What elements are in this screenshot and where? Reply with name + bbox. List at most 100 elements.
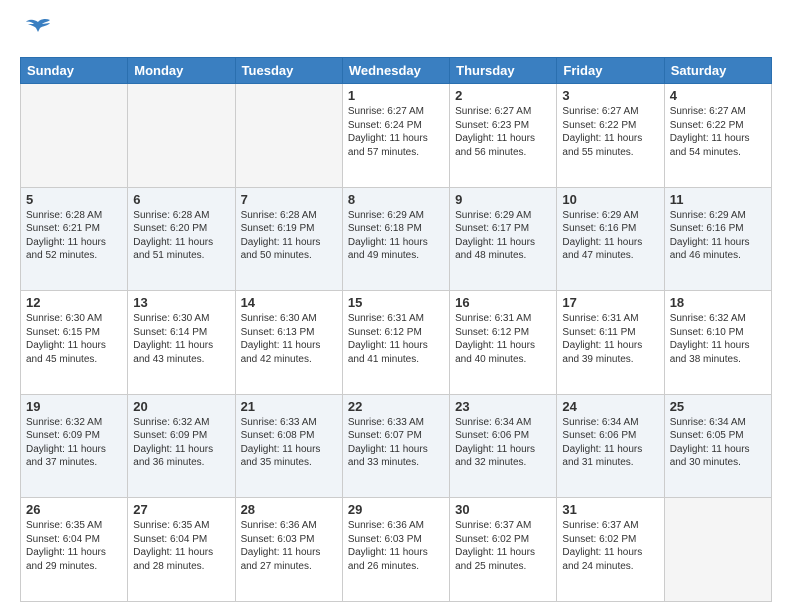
day-info: Sunrise: 6:32 AM Sunset: 6:09 PM Dayligh… <box>26 417 106 469</box>
day-info: Sunrise: 6:33 AM Sunset: 6:08 PM Dayligh… <box>241 417 321 469</box>
day-info: Sunrise: 6:30 AM Sunset: 6:15 PM Dayligh… <box>26 313 106 365</box>
day-info: Sunrise: 6:29 AM Sunset: 6:17 PM Dayligh… <box>455 210 535 262</box>
day-number: 31 <box>562 502 658 517</box>
calendar-cell: 31 Sunrise: 6:37 AM Sunset: 6:02 PM Dayli… <box>557 498 664 602</box>
day-number: 11 <box>670 192 766 207</box>
calendar-cell: 2Sunrise: 6:27 AM Sunset: 6:23 PM Daylig… <box>450 84 557 188</box>
page: SundayMondayTuesdayWednesdayThursdayFrid… <box>0 0 792 612</box>
day-info: Sunrise: 6:37 AM Sunset: 6:02 PM Dayligh… <box>562 520 642 572</box>
calendar-week-row: 19 Sunrise: 6:32 AM Sunset: 6:09 PM Dayli… <box>21 394 772 498</box>
calendar-cell: 28 Sunrise: 6:36 AM Sunset: 6:03 PM Dayli… <box>235 498 342 602</box>
day-header-monday: Monday <box>128 58 235 84</box>
calendar-cell: 6Sunrise: 6:28 AM Sunset: 6:20 PM Daylig… <box>128 187 235 291</box>
day-info: Sunrise: 6:32 AM Sunset: 6:09 PM Dayligh… <box>133 417 213 469</box>
day-info: Sunrise: 6:31 AM Sunset: 6:12 PM Dayligh… <box>348 313 428 365</box>
day-info: Sunrise: 6:36 AM Sunset: 6:03 PM Dayligh… <box>241 520 321 572</box>
day-number: 8 <box>348 192 444 207</box>
day-number: 13 <box>133 295 229 310</box>
day-header-friday: Friday <box>557 58 664 84</box>
day-number: 27 <box>133 502 229 517</box>
day-info: Sunrise: 6:37 AM Sunset: 6:02 PM Dayligh… <box>455 520 535 572</box>
calendar-cell <box>128 84 235 188</box>
day-header-tuesday: Tuesday <box>235 58 342 84</box>
calendar-cell: 22 Sunrise: 6:33 AM Sunset: 6:07 PM Dayli… <box>342 394 449 498</box>
logo-bird-icon <box>24 18 52 47</box>
calendar-header-row: SundayMondayTuesdayWednesdayThursdayFrid… <box>21 58 772 84</box>
header <box>20 18 772 47</box>
day-number: 17 <box>562 295 658 310</box>
calendar-cell: 27Sunrise: 6:35 AM Sunset: 6:04 PM Dayli… <box>128 498 235 602</box>
day-info: Sunrise: 6:28 AM Sunset: 6:21 PM Dayligh… <box>26 210 106 262</box>
calendar-cell: 24 Sunrise: 6:34 AM Sunset: 6:06 PM Dayli… <box>557 394 664 498</box>
day-number: 22 <box>348 399 444 414</box>
day-info: Sunrise: 6:34 AM Sunset: 6:06 PM Dayligh… <box>562 417 642 469</box>
day-number: 26 <box>26 502 122 517</box>
calendar-week-row: 5 Sunrise: 6:28 AM Sunset: 6:21 PM Daylig… <box>21 187 772 291</box>
calendar-cell: 18Sunrise: 6:32 AM Sunset: 6:10 PM Dayli… <box>664 291 771 395</box>
day-info: Sunrise: 6:27 AM Sunset: 6:22 PM Dayligh… <box>562 106 642 158</box>
calendar-cell: 3 Sunrise: 6:27 AM Sunset: 6:22 PM Daylig… <box>557 84 664 188</box>
day-number: 24 <box>562 399 658 414</box>
day-number: 4 <box>670 88 766 103</box>
day-info: Sunrise: 6:34 AM Sunset: 6:05 PM Dayligh… <box>670 417 750 469</box>
day-number: 20 <box>133 399 229 414</box>
calendar-cell <box>21 84 128 188</box>
day-header-saturday: Saturday <box>664 58 771 84</box>
day-info: Sunrise: 6:27 AM Sunset: 6:23 PM Dayligh… <box>455 106 535 158</box>
calendar-cell: 9 Sunrise: 6:29 AM Sunset: 6:17 PM Daylig… <box>450 187 557 291</box>
calendar-cell: 16 Sunrise: 6:31 AM Sunset: 6:12 PM Dayli… <box>450 291 557 395</box>
calendar-cell: 12 Sunrise: 6:30 AM Sunset: 6:15 PM Dayli… <box>21 291 128 395</box>
calendar-cell: 19 Sunrise: 6:32 AM Sunset: 6:09 PM Dayli… <box>21 394 128 498</box>
day-number: 7 <box>241 192 337 207</box>
day-info: Sunrise: 6:33 AM Sunset: 6:07 PM Dayligh… <box>348 417 428 469</box>
day-number: 12 <box>26 295 122 310</box>
day-number: 5 <box>26 192 122 207</box>
calendar-week-row: 1Sunrise: 6:27 AM Sunset: 6:24 PM Daylig… <box>21 84 772 188</box>
day-number: 16 <box>455 295 551 310</box>
calendar-cell: 17 Sunrise: 6:31 AM Sunset: 6:11 PM Dayli… <box>557 291 664 395</box>
calendar-cell: 7Sunrise: 6:28 AM Sunset: 6:19 PM Daylig… <box>235 187 342 291</box>
calendar-cell: 23Sunrise: 6:34 AM Sunset: 6:06 PM Dayli… <box>450 394 557 498</box>
calendar-cell: 1Sunrise: 6:27 AM Sunset: 6:24 PM Daylig… <box>342 84 449 188</box>
day-number: 21 <box>241 399 337 414</box>
day-info: Sunrise: 6:29 AM Sunset: 6:18 PM Dayligh… <box>348 210 428 262</box>
calendar-cell: 25 Sunrise: 6:34 AM Sunset: 6:05 PM Dayli… <box>664 394 771 498</box>
day-info: Sunrise: 6:31 AM Sunset: 6:11 PM Dayligh… <box>562 313 642 365</box>
logo <box>20 18 52 47</box>
calendar-week-row: 12 Sunrise: 6:30 AM Sunset: 6:15 PM Dayli… <box>21 291 772 395</box>
day-number: 28 <box>241 502 337 517</box>
day-info: Sunrise: 6:31 AM Sunset: 6:12 PM Dayligh… <box>455 313 535 365</box>
calendar-cell: 5 Sunrise: 6:28 AM Sunset: 6:21 PM Daylig… <box>21 187 128 291</box>
calendar-cell <box>664 498 771 602</box>
calendar-cell: 14 Sunrise: 6:30 AM Sunset: 6:13 PM Dayli… <box>235 291 342 395</box>
day-header-wednesday: Wednesday <box>342 58 449 84</box>
day-number: 1 <box>348 88 444 103</box>
day-number: 19 <box>26 399 122 414</box>
day-number: 6 <box>133 192 229 207</box>
calendar-cell: 11 Sunrise: 6:29 AM Sunset: 6:16 PM Dayli… <box>664 187 771 291</box>
calendar-cell: 4 Sunrise: 6:27 AM Sunset: 6:22 PM Daylig… <box>664 84 771 188</box>
day-info: Sunrise: 6:30 AM Sunset: 6:13 PM Dayligh… <box>241 313 321 365</box>
calendar-table: SundayMondayTuesdayWednesdayThursdayFrid… <box>20 57 772 602</box>
day-info: Sunrise: 6:34 AM Sunset: 6:06 PM Dayligh… <box>455 417 535 469</box>
day-number: 15 <box>348 295 444 310</box>
day-number: 3 <box>562 88 658 103</box>
calendar-cell: 13Sunrise: 6:30 AM Sunset: 6:14 PM Dayli… <box>128 291 235 395</box>
day-number: 30 <box>455 502 551 517</box>
day-number: 25 <box>670 399 766 414</box>
calendar-cell: 20 Sunrise: 6:32 AM Sunset: 6:09 PM Dayli… <box>128 394 235 498</box>
day-number: 29 <box>348 502 444 517</box>
calendar-cell: 26Sunrise: 6:35 AM Sunset: 6:04 PM Dayli… <box>21 498 128 602</box>
day-info: Sunrise: 6:36 AM Sunset: 6:03 PM Dayligh… <box>348 520 428 572</box>
day-header-thursday: Thursday <box>450 58 557 84</box>
calendar-week-row: 26Sunrise: 6:35 AM Sunset: 6:04 PM Dayli… <box>21 498 772 602</box>
calendar-cell: 29 Sunrise: 6:36 AM Sunset: 6:03 PM Dayli… <box>342 498 449 602</box>
day-header-sunday: Sunday <box>21 58 128 84</box>
day-info: Sunrise: 6:27 AM Sunset: 6:22 PM Dayligh… <box>670 106 750 158</box>
day-info: Sunrise: 6:29 AM Sunset: 6:16 PM Dayligh… <box>670 210 750 262</box>
day-info: Sunrise: 6:29 AM Sunset: 6:16 PM Dayligh… <box>562 210 642 262</box>
day-number: 9 <box>455 192 551 207</box>
calendar-cell: 8 Sunrise: 6:29 AM Sunset: 6:18 PM Daylig… <box>342 187 449 291</box>
day-number: 14 <box>241 295 337 310</box>
calendar-cell: 21 Sunrise: 6:33 AM Sunset: 6:08 PM Dayli… <box>235 394 342 498</box>
